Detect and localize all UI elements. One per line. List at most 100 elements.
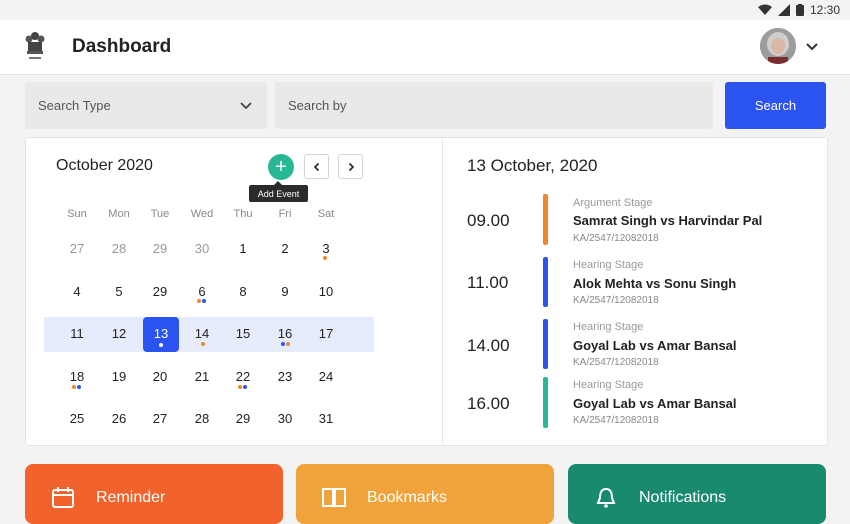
bell-icon <box>596 487 616 508</box>
calendar-day[interactable]: 31 <box>308 411 344 426</box>
weekday-mon: Mon <box>108 208 130 220</box>
calendar-icon <box>52 487 74 508</box>
calendar-day[interactable]: 27 <box>142 411 178 426</box>
event-case[interactable]: Goyal Lab vs Amar Bansal <box>573 396 737 411</box>
calendar-day[interactable]: 8 <box>225 284 261 299</box>
bookmarks-card[interactable]: Bookmarks <box>296 464 554 524</box>
event-case[interactable]: Samrat Singh vs Harvindar Pal <box>573 213 762 228</box>
status-time: 12:30 <box>809 3 840 17</box>
battery-icon <box>795 4 804 16</box>
calendar-day[interactable]: 28 <box>184 411 220 426</box>
status-bar: 12:30 <box>0 0 850 20</box>
event-time: 14.00 <box>467 336 510 355</box>
panel-divider <box>442 137 443 444</box>
calendar-day[interactable]: 26 <box>101 411 137 426</box>
calendar-day[interactable]: 23 <box>267 369 303 384</box>
calendar-day[interactable]: 20 <box>142 369 178 384</box>
event-dots <box>159 343 163 347</box>
calendar-day[interactable]: 19 <box>101 369 137 384</box>
event-dots <box>201 342 205 346</box>
event-dots <box>72 385 81 389</box>
event-case-number: KA/2547/12082018 <box>573 233 659 244</box>
schedule-date: 13 October, 2020 <box>467 156 598 175</box>
weekday-tue: Tue <box>150 208 170 220</box>
search-type-label: Search Type <box>38 98 111 113</box>
search-button[interactable]: Search <box>725 82 826 129</box>
calendar-day[interactable]: 16 <box>267 326 303 341</box>
calendar-day[interactable]: 18 <box>59 369 95 384</box>
calendar-day[interactable]: 17 <box>308 326 344 341</box>
user-avatar-icon <box>760 28 796 64</box>
bookmarks-label: Bookmarks <box>367 489 448 506</box>
weekday-sun: Sun <box>67 208 87 220</box>
chevron-down-icon[interactable] <box>804 38 820 54</box>
reminder-label: Reminder <box>96 489 166 506</box>
event-time: 11.00 <box>467 273 509 292</box>
event-time: 16.00 <box>467 394 510 413</box>
event-case-number: KA/2547/12082018 <box>573 415 659 426</box>
calendar-month-label: October 2020 <box>56 157 153 174</box>
event-color-bar <box>543 377 548 428</box>
calendar-day[interactable]: 29 <box>225 411 261 426</box>
event-stage: Hearing Stage <box>573 321 644 333</box>
event-dots <box>281 342 290 346</box>
calendar-day[interactable]: 10 <box>308 284 344 299</box>
signal-icon <box>777 4 790 16</box>
calendar-day[interactable]: 21 <box>184 369 220 384</box>
event-color-bar <box>543 319 548 369</box>
calendar-day[interactable]: 25 <box>59 411 95 426</box>
chevron-left-icon <box>313 162 319 171</box>
calendar-day[interactable]: 29 <box>142 284 178 299</box>
event-dots <box>197 299 206 303</box>
search-type-select[interactable]: Search Type <box>25 82 267 129</box>
calendar-day[interactable]: 12 <box>101 326 137 341</box>
weekday-sat: Sat <box>317 208 335 220</box>
next-month-button[interactable] <box>338 154 363 179</box>
plus-icon: + <box>275 156 287 178</box>
book-icon <box>322 488 346 507</box>
chevron-down-icon <box>240 102 252 110</box>
calendar-day[interactable]: 6 <box>184 284 220 299</box>
calendar-day[interactable]: 27 <box>59 241 95 256</box>
calendar-day[interactable]: 29 <box>142 241 178 256</box>
calendar-day[interactable]: 24 <box>308 369 344 384</box>
weekday-thu: Thu <box>233 208 253 220</box>
event-time: 09.00 <box>467 211 510 230</box>
calendar-day[interactable]: 15 <box>225 326 261 341</box>
calendar-day[interactable]: 2 <box>267 241 303 256</box>
event-case[interactable]: Alok Mehta vs Sonu Singh <box>573 276 736 291</box>
wifi-icon <box>757 4 772 15</box>
calendar-day[interactable]: 22 <box>225 369 261 384</box>
prev-month-button[interactable] <box>304 154 329 179</box>
calendar-day[interactable]: 28 <box>101 241 137 256</box>
calendar-day-selected[interactable]: 13 <box>143 326 179 341</box>
event-case-number: KA/2547/12082018 <box>573 295 659 306</box>
event-case[interactable]: Goyal Lab vs Amar Bansal <box>573 338 737 353</box>
event-color-bar <box>543 194 548 245</box>
reminder-card[interactable]: Reminder <box>25 464 283 524</box>
event-dots <box>323 256 327 260</box>
calendar-day[interactable]: 1 <box>225 241 261 256</box>
event-stage: Argument Stage <box>573 197 653 209</box>
calendar-day[interactable]: 9 <box>267 284 303 299</box>
calendar-day[interactable]: 5 <box>101 284 137 299</box>
calendar-day[interactable]: 4 <box>59 284 95 299</box>
add-event-button[interactable]: + <box>268 154 294 180</box>
weekday-fri: Fri <box>278 208 292 220</box>
app-bar: Dashboard <box>0 20 850 75</box>
search-input[interactable] <box>275 82 713 129</box>
event-stage: Hearing Stage <box>573 259 644 271</box>
calendar-day[interactable]: 30 <box>267 411 303 426</box>
event-case-number: KA/2547/12082018 <box>573 357 659 368</box>
calendar-day[interactable]: 11 <box>59 326 95 341</box>
calendar-day[interactable]: 3 <box>308 241 344 256</box>
notifications-label: Notifications <box>639 489 727 506</box>
avatar[interactable] <box>760 28 796 64</box>
event-color-bar <box>543 257 548 307</box>
weekday-wed: Wed <box>190 208 214 220</box>
chevron-right-icon <box>348 162 354 171</box>
notifications-card[interactable]: Notifications <box>568 464 826 524</box>
event-dots <box>238 385 247 389</box>
calendar-day[interactable]: 14 <box>184 326 220 341</box>
calendar-day[interactable]: 30 <box>184 241 220 256</box>
